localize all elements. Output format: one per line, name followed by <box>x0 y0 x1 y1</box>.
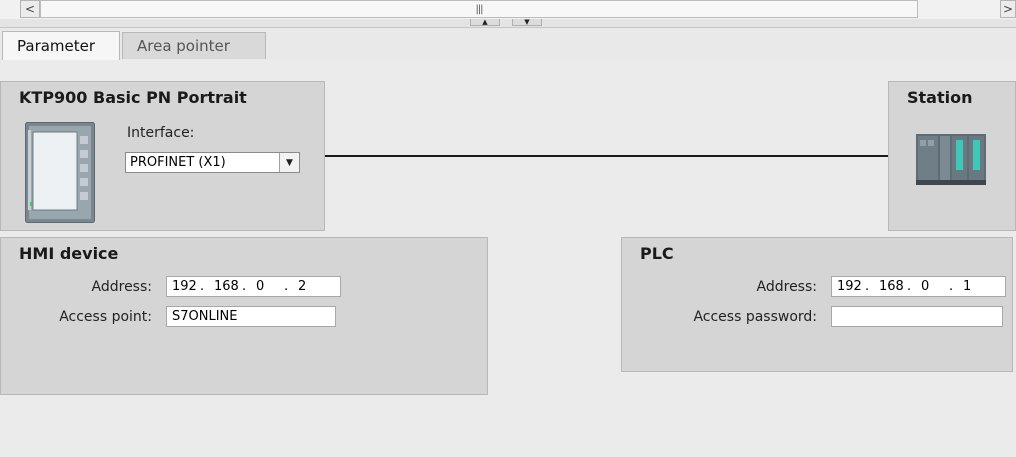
hmi-panel: KTP900 Basic PN Portrait Interface: PROF… <box>0 81 325 231</box>
chevron-down-icon[interactable]: ▼ <box>279 153 299 172</box>
hmi-panel-title: KTP900 Basic PN Portrait <box>19 88 247 107</box>
ip-dot: . <box>200 279 205 294</box>
plc-address-label: Address: <box>756 279 817 295</box>
access-password-field[interactable] <box>831 306 1003 327</box>
scroll-right-button[interactable]: > <box>1000 0 1016 18</box>
tab-bar: Parameter Area pointer <box>0 28 1016 88</box>
hmi-address-field[interactable]: 192 . 168 . 0 . 2 <box>166 276 341 297</box>
interface-label: Interface: <box>127 125 195 141</box>
ip-octet: 0 <box>921 279 930 294</box>
horizontal-scrollbar[interactable]: < ||| > <box>0 0 1016 20</box>
interface-value: PROFINET (X1) <box>130 155 226 170</box>
ip-octet: 1 <box>963 279 972 294</box>
hmi-address-label: Address: <box>91 279 152 295</box>
ip-octet: 192 <box>172 279 197 294</box>
ip-octet: 168 <box>214 279 239 294</box>
split-up-button[interactable]: ▲ <box>470 17 500 26</box>
access-password-label: Access password: <box>693 309 817 325</box>
plc-address-field[interactable]: 192 . 168 . 0 . 1 <box>831 276 1006 297</box>
splitter-bar[interactable]: ▲ ▼ <box>0 17 1016 28</box>
ip-octet: 168 <box>879 279 904 294</box>
tab-area-pointer[interactable]: Area pointer <box>122 32 266 59</box>
plc-station-icon <box>916 134 986 185</box>
interface-select[interactable]: PROFINET (X1) ▼ <box>125 152 300 173</box>
plc-title: PLC <box>640 244 674 263</box>
access-point-label: Access point: <box>59 309 152 325</box>
chevron-right-icon: > <box>1002 2 1014 16</box>
hmi-device-title: HMI device <box>19 244 119 263</box>
hmi-device-icon <box>25 122 95 223</box>
ip-dot: . <box>907 279 912 294</box>
ip-octet: 2 <box>298 279 307 294</box>
tab-parameter[interactable]: Parameter <box>2 31 120 60</box>
hmi-device-panel: HMI device Address: 192 . 168 . 0 . 2 Ac… <box>0 237 488 395</box>
grip-icon: ||| <box>475 3 483 15</box>
ip-dot: . <box>284 279 289 294</box>
station-panel-title: Station <box>907 88 973 107</box>
chevron-left-icon: < <box>24 2 36 16</box>
scroll-left-button[interactable]: < <box>20 0 40 18</box>
arrow-up-icon: ▲ <box>482 17 488 26</box>
plc-panel: PLC Address: 192 . 168 . 0 . 1 Access pa… <box>621 237 1013 372</box>
scrollbar-thumb[interactable]: ||| <box>40 0 918 18</box>
ip-dot: . <box>949 279 954 294</box>
ip-octet: 0 <box>256 279 265 294</box>
connection-line <box>325 155 888 157</box>
ip-octet: 192 <box>837 279 862 294</box>
ip-dot: . <box>242 279 247 294</box>
access-point-field[interactable]: S7ONLINE <box>166 306 336 327</box>
station-panel: Station <box>888 81 1016 231</box>
arrow-down-icon: ▼ <box>524 17 530 26</box>
ip-dot: . <box>865 279 870 294</box>
split-down-button[interactable]: ▼ <box>512 17 542 26</box>
